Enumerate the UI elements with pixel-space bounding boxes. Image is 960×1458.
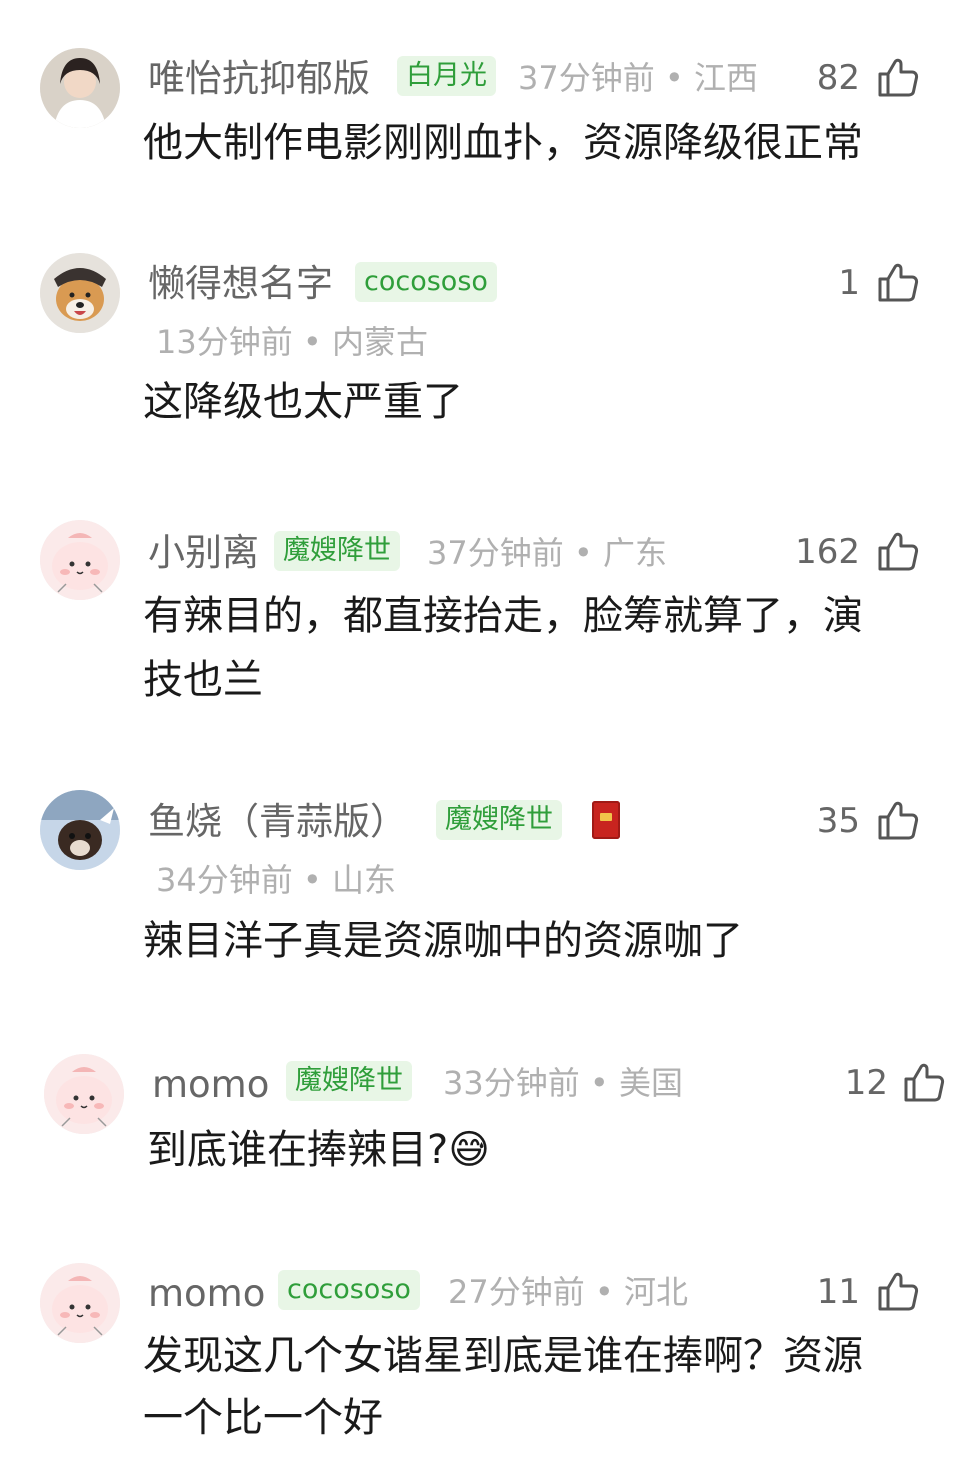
like-count: 11	[816, 1272, 860, 1312]
user-badge: cocososo	[278, 1270, 420, 1310]
comment-time: 27分钟前	[448, 1273, 585, 1311]
comment-location: 河北	[623, 1273, 688, 1311]
username[interactable]: momo	[148, 1275, 265, 1312]
comment-meta: 27分钟前 • 河北	[448, 1276, 688, 1308]
avatar[interactable]	[40, 1263, 120, 1343]
comment-text-line: 发现这几个女谐星到底是谁在捧啊？资源	[143, 1333, 863, 1379]
comment-text-line: 一个比一个好	[143, 1395, 383, 1441]
comment-item: momo cocososo 27分钟前 • 河北 11 发现这几个女谐星到底是谁…	[0, 0, 960, 1458]
thumbs-up-icon[interactable]	[876, 1269, 920, 1313]
meta-separator: •	[594, 1273, 614, 1311]
